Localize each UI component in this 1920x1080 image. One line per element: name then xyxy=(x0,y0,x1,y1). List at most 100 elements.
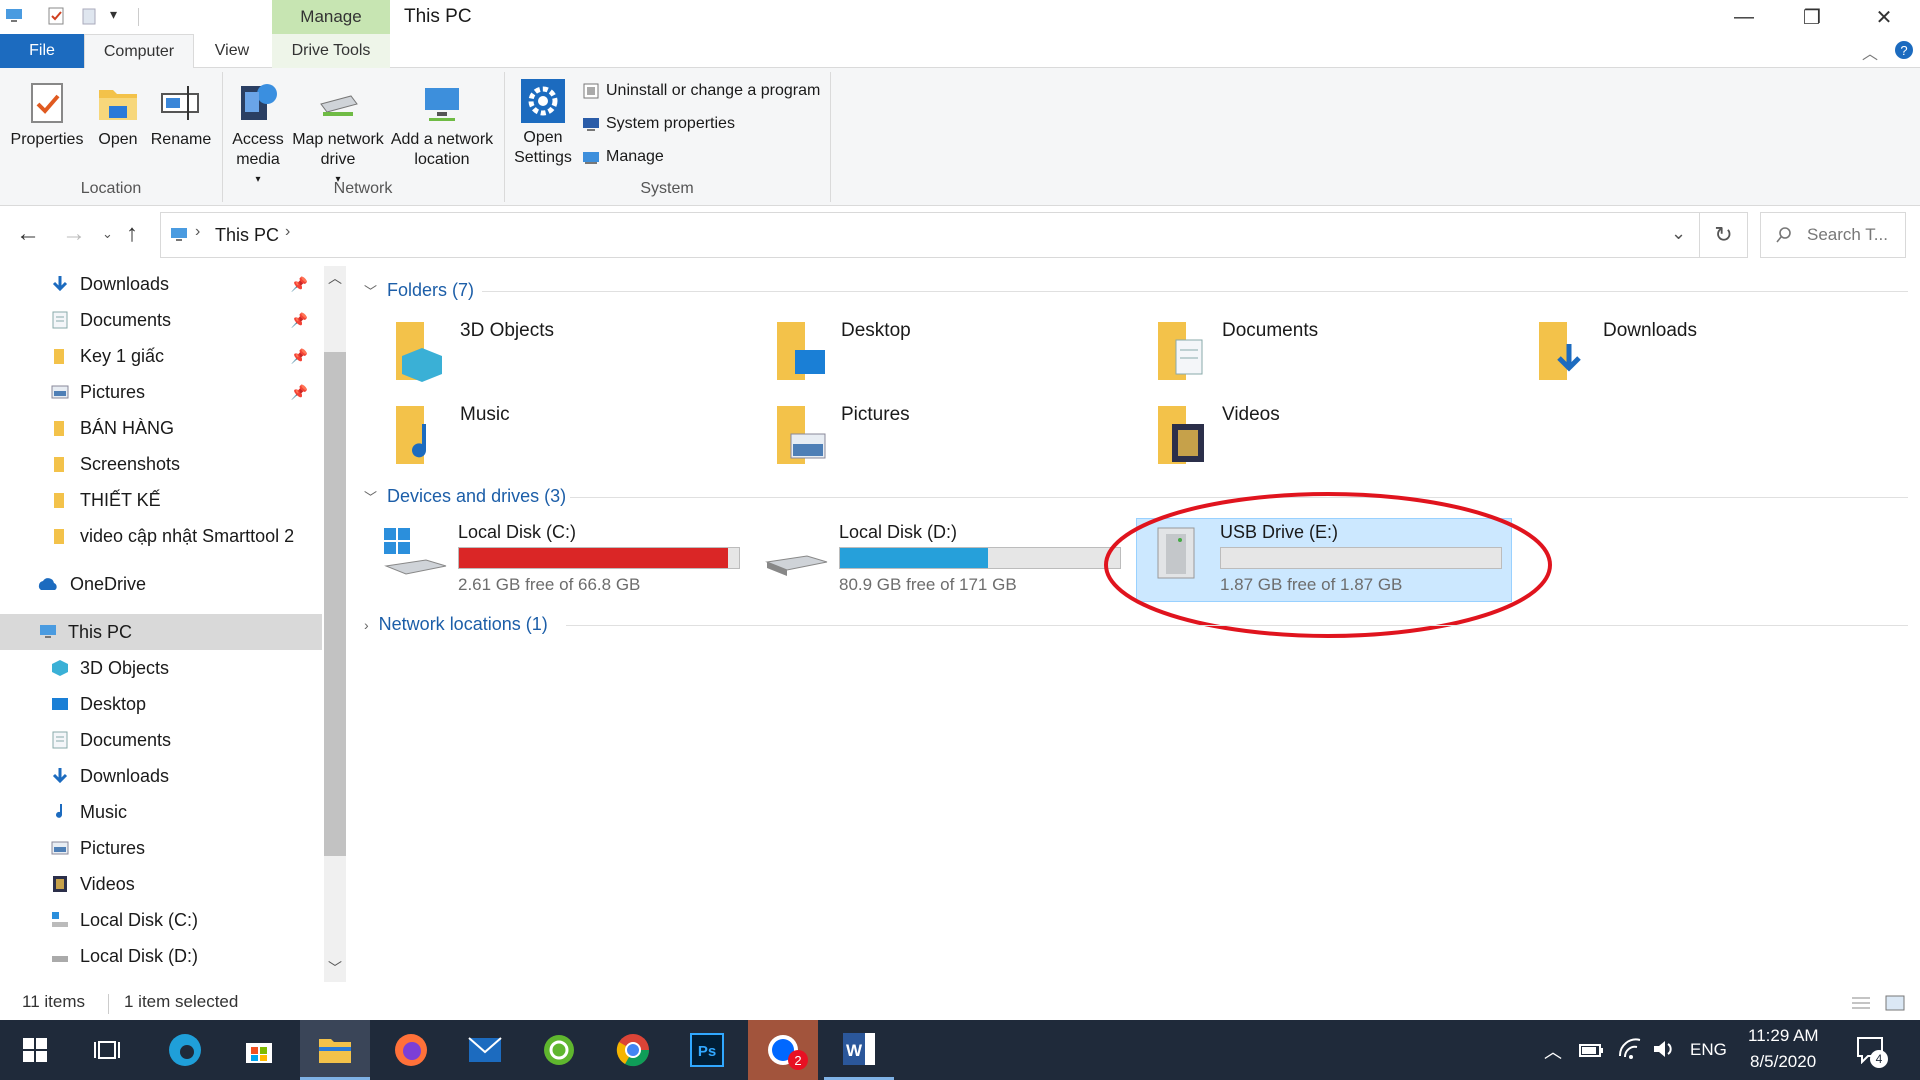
nav-item-documents[interactable]: Documents xyxy=(0,722,322,758)
help-icon[interactable]: ? xyxy=(1894,40,1914,60)
this-pc-icon xyxy=(6,9,22,22)
folders-section-header[interactable]: ﹀ Folders (7) xyxy=(364,280,474,301)
taskbar-chrome[interactable] xyxy=(598,1020,668,1080)
network-section-header[interactable]: › Network locations (1) xyxy=(364,614,548,635)
nav-item-key-1-giac[interactable]: Key 1 giấc 📌 xyxy=(0,338,322,374)
folder-videos[interactable]: Videos xyxy=(1154,404,1280,468)
customize-quick-access-icon[interactable]: ▾ xyxy=(110,6,117,23)
taskbar-zalo[interactable]: 2 xyxy=(748,1020,818,1080)
nav-item-screenshots[interactable]: Screenshots xyxy=(0,446,322,482)
nav-item-this-pc[interactable]: This PC xyxy=(0,614,322,650)
add-network-location-button[interactable]: Add a network location xyxy=(390,80,494,170)
large-icons-view-icon[interactable] xyxy=(1884,994,1906,1012)
tab-computer[interactable]: Computer xyxy=(84,34,194,69)
manage-button[interactable]: Manage xyxy=(582,148,664,166)
battery-icon[interactable] xyxy=(1578,1040,1604,1060)
map-network-drive-button[interactable]: Map network drive ▾ xyxy=(290,80,386,190)
clock-time[interactable]: 11:29 AM xyxy=(1748,1026,1819,1046)
nav-item-video-cap-nhat[interactable]: video cập nhật Smarttool 2 xyxy=(0,518,322,554)
address-bar[interactable]: › This PC › ⌄ xyxy=(160,212,1700,258)
folder-desktop[interactable]: Desktop xyxy=(773,320,911,384)
clock-date[interactable]: 8/5/2020 xyxy=(1750,1052,1816,1072)
open-settings-button[interactable]: Open Settings xyxy=(510,78,576,168)
up-arrow-icon[interactable]: ↑ xyxy=(126,220,138,248)
nav-item-ban-hang[interactable]: BÁN HÀNG xyxy=(0,410,322,446)
start-button[interactable] xyxy=(0,1020,70,1080)
properties-button[interactable]: Properties xyxy=(10,80,84,150)
nav-item-videos[interactable]: Videos xyxy=(0,866,322,902)
new-folder-quick-icon[interactable] xyxy=(80,6,100,26)
folder-documents[interactable]: Documents xyxy=(1154,320,1318,384)
nav-label: Documents xyxy=(80,309,172,330)
search-placeholder: Search T... xyxy=(1807,225,1888,244)
close-button[interactable]: ✕ xyxy=(1856,0,1912,34)
folder-downloads[interactable]: Downloads xyxy=(1535,320,1697,384)
collapse-ribbon-icon[interactable]: ︿ xyxy=(1862,40,1878,64)
tab-view[interactable]: View xyxy=(194,34,270,68)
refresh-button[interactable]: ↻ xyxy=(1700,212,1748,258)
folder-3d-objects[interactable]: 3D Objects xyxy=(392,320,554,384)
breadcrumb-chevron-icon[interactable]: › xyxy=(195,223,200,241)
folder-music[interactable]: Music xyxy=(392,404,510,468)
nav-label: Screenshots xyxy=(80,453,181,474)
pin-icon[interactable]: 📌 xyxy=(291,348,308,365)
system-properties-button[interactable]: System properties xyxy=(582,115,735,133)
tab-file[interactable]: File xyxy=(0,34,84,68)
pin-icon[interactable]: 📌 xyxy=(291,312,308,329)
pin-icon[interactable]: 📌 xyxy=(291,276,308,293)
nav-item-pictures[interactable]: Pictures 📌 xyxy=(0,374,322,410)
nav-item-downloads[interactable]: Downloads 📌 xyxy=(0,266,322,302)
drive-local-disk-c[interactable]: Local Disk (C:) 2.61 GB free of 66.8 GB xyxy=(382,522,740,595)
nav-item-local-disk-d[interactable]: Local Disk (D:) xyxy=(0,938,322,974)
nav-scrollbar[interactable]: ︿ ﹀ xyxy=(324,266,346,982)
scroll-thumb[interactable] xyxy=(324,352,346,856)
show-hidden-icons-icon[interactable]: ︿ xyxy=(1544,1038,1562,1064)
address-dropdown-icon[interactable]: ⌄ xyxy=(1671,223,1686,244)
tab-drive-tools[interactable]: Drive Tools xyxy=(272,34,390,68)
open-button[interactable]: Open xyxy=(88,80,148,150)
folder-pictures[interactable]: Pictures xyxy=(773,404,910,468)
nav-item-music[interactable]: Music xyxy=(0,794,322,830)
taskbar-word[interactable]: W xyxy=(824,1020,894,1080)
restore-button[interactable]: ❐ xyxy=(1784,0,1840,34)
back-arrow-icon[interactable]: ← xyxy=(16,220,40,248)
nav-item-3d-objects[interactable]: 3D Objects xyxy=(0,650,322,686)
task-view-button[interactable] xyxy=(72,1020,142,1080)
volume-icon[interactable] xyxy=(1652,1038,1676,1060)
search-input[interactable]: Search T... xyxy=(1760,212,1906,258)
nav-item-downloads[interactable]: Downloads xyxy=(0,758,322,794)
scroll-down-icon[interactable]: ﹀ xyxy=(328,958,342,978)
nav-item-onedrive[interactable]: OneDrive xyxy=(0,566,322,602)
taskbar-file-explorer[interactable] xyxy=(300,1020,370,1080)
recent-locations-icon[interactable]: ⌄ xyxy=(102,226,113,242)
nav-item-thiet-ke[interactable]: THIẾT KẾ xyxy=(0,482,322,518)
taskbar-firefox[interactable] xyxy=(376,1020,446,1080)
nav-item-pictures[interactable]: Pictures xyxy=(0,830,322,866)
nav-item-local-disk-c[interactable]: Local Disk (C:) xyxy=(0,902,322,938)
taskbar-mail[interactable] xyxy=(450,1020,520,1080)
devices-section-header[interactable]: ﹀ Devices and drives (3) xyxy=(364,486,566,507)
nav-item-documents[interactable]: Documents 📌 xyxy=(0,302,322,338)
forward-arrow-icon[interactable]: → xyxy=(62,220,86,248)
breadcrumb-chevron-icon[interactable]: › xyxy=(285,223,290,241)
properties-quick-icon[interactable] xyxy=(46,6,66,26)
access-media-button[interactable]: Access media ▾ xyxy=(228,80,288,190)
taskbar-store[interactable] xyxy=(224,1020,294,1080)
wifi-icon[interactable] xyxy=(1618,1038,1642,1060)
drive-local-disk-d[interactable]: Local Disk (D:) 80.9 GB free of 171 GB xyxy=(763,522,1121,595)
rename-label: Rename xyxy=(150,131,212,148)
scroll-up-icon[interactable]: ︿ xyxy=(328,268,342,288)
language-indicator[interactable]: ENG xyxy=(1690,1040,1727,1060)
rename-button[interactable]: Rename xyxy=(150,80,212,150)
add-network-location-icon xyxy=(425,88,459,121)
breadcrumb-this-pc[interactable]: This PC xyxy=(215,225,279,246)
nav-item-desktop[interactable]: Desktop xyxy=(0,686,322,722)
details-view-icon[interactable] xyxy=(1850,994,1872,1012)
3d-objects-folder-icon xyxy=(396,322,442,382)
taskbar-photoshop[interactable]: Ps xyxy=(672,1020,742,1080)
pin-icon[interactable]: 📌 xyxy=(291,384,308,401)
taskbar-app-green[interactable] xyxy=(524,1020,594,1080)
minimize-button[interactable]: — xyxy=(1716,0,1772,34)
uninstall-program-button[interactable]: Uninstall or change a program xyxy=(582,82,820,100)
taskbar-edge[interactable] xyxy=(150,1020,220,1080)
